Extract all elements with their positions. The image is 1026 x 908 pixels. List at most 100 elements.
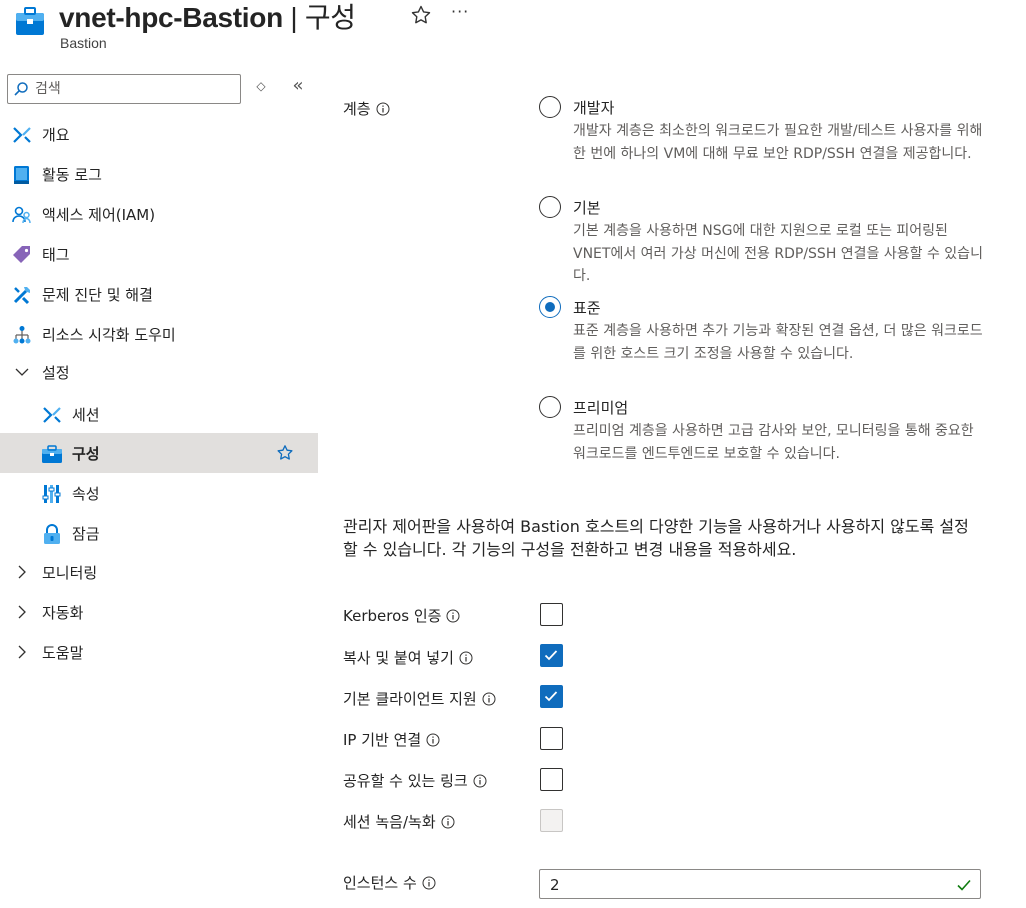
info-icon[interactable]: [446, 609, 460, 623]
sidebar-item-label: 리소스 시각화 도우미: [42, 326, 176, 344]
resource-type-label: Bastion: [60, 35, 107, 51]
sidebar-item-label: 도움말: [42, 644, 84, 662]
tier-option-description: 프리미엄 계층을 사용하면 고급 감사와 보안, 모니터링을 통해 중요한 워크…: [573, 423, 974, 462]
valid-checkmark-icon: [957, 879, 971, 891]
feature-label-native-client: 기본 클라이언트 지원: [343, 688, 496, 709]
radio-basic[interactable]: [539, 196, 561, 218]
collapse-sidebar-button[interactable]: «: [289, 77, 307, 97]
tier-label: 계층: [343, 98, 390, 119]
favorite-star-icon[interactable]: [276, 444, 294, 462]
shareable-link-checkbox[interactable]: [540, 768, 563, 791]
tier-option-title: 프리미엄: [573, 399, 629, 417]
feature-label-text: 세션 녹음/녹화: [343, 813, 436, 831]
feature-label-session-recording: 세션 녹음/녹화: [343, 811, 455, 832]
session-recording-checkbox: [540, 809, 563, 832]
sidebar-item-label: 액세스 제어(IAM): [42, 206, 156, 224]
sidebar-item-resource-visualizer[interactable]: 리소스 시각화 도우미: [0, 314, 318, 354]
feature-label-text: 복사 및 붙여 넣기: [343, 649, 454, 667]
features-intro-text: 관리자 제어판을 사용하여 Bastion 호스트의 다양한 기능을 사용하거나…: [343, 517, 969, 559]
sidebar-item-configuration[interactable]: 구성: [0, 433, 318, 473]
tag-icon: [13, 246, 30, 263]
instance-count-label: 인스턴스 수: [343, 872, 436, 893]
tier-option-standard[interactable]: 표준 표준 계층을 사용하면 추가 기능과 확장된 연결 옵션, 더 많은 워크…: [539, 296, 984, 388]
radio-developer[interactable]: [539, 96, 561, 118]
sidebar-item-tags[interactable]: 태그: [0, 234, 318, 274]
tier-option-title: 표준: [573, 299, 601, 317]
configuration-panel: 계층 개발자 개발자 계층은 최소한의 워크로드가 필요한 개발/테스트 사용자…: [318, 60, 1026, 908]
sidebar-item-label: 속성: [72, 485, 100, 503]
sidebar-item-diagnose[interactable]: 문제 진단 및 해결: [0, 274, 318, 314]
search-box[interactable]: [7, 74, 241, 104]
tier-option-premium[interactable]: 프리미엄 프리미엄 계층을 사용하면 고급 감사와 보안, 모니터링을 통해 중…: [539, 396, 984, 488]
native-client-checkbox[interactable]: [540, 685, 563, 708]
sidebar-item-label: 활동 로그: [42, 166, 102, 184]
sidebar-group-automation[interactable]: 자동화: [0, 592, 318, 632]
chevron-right-icon: [18, 605, 26, 619]
sidebar-item-label: 모니터링: [42, 564, 98, 582]
checkmark-icon: [544, 650, 558, 661]
sidebar-item-label: 문제 진단 및 해결: [42, 286, 153, 304]
sidebar-item-sessions[interactable]: 세션: [0, 394, 318, 434]
ip-connect-checkbox[interactable]: [540, 727, 563, 750]
search-input[interactable]: [35, 79, 235, 99]
checkmark-icon: [544, 691, 558, 702]
feature-label-text: 공유할 수 있는 링크: [343, 772, 468, 790]
info-icon[interactable]: [422, 876, 436, 890]
iam-icon: [12, 206, 31, 224]
tier-option-developer[interactable]: 개발자 개발자 계층은 최소한의 워크로드가 필요한 개발/테스트 사용자를 위…: [539, 96, 984, 188]
feature-label-kerberos: Kerberos 인증: [343, 605, 460, 626]
more-options-button[interactable]: ···: [451, 2, 469, 21]
info-icon[interactable]: [459, 651, 473, 665]
tier-option-title: 개발자: [573, 99, 615, 117]
info-icon[interactable]: [473, 774, 487, 788]
session-icon: [43, 407, 61, 423]
sort-button[interactable]: ◇: [252, 79, 270, 99]
page-title: vnet-hpc-Bastion | 구성: [59, 2, 356, 33]
radio-premium[interactable]: [539, 396, 561, 418]
feature-label-text: Kerberos 인증: [343, 607, 442, 625]
sidebar-item-locks[interactable]: 잠금: [0, 513, 318, 553]
feature-label-text: IP 기반 연결: [343, 731, 422, 749]
tier-option-description: 기본 계층을 사용하면 NSG에 대한 지원으로 로컬 또는 피어링된 VNET…: [573, 223, 983, 284]
feature-label-ip-connect: IP 기반 연결: [343, 729, 440, 750]
sidebar-item-label: 설정: [42, 364, 70, 382]
chevron-right-icon: [18, 565, 26, 579]
info-icon[interactable]: [426, 733, 440, 747]
sidebar-item-label: 세션: [72, 406, 100, 424]
sidebar-item-label: 개요: [42, 126, 70, 144]
resource-visualizer-icon: [13, 326, 31, 344]
sidebar-item-label: 구성: [72, 445, 100, 463]
info-icon[interactable]: [441, 815, 455, 829]
tier-option-title: 기본: [573, 199, 601, 217]
instance-count-label-text: 인스턴스 수: [343, 874, 417, 892]
sidebar-group-settings[interactable]: 설정: [0, 352, 318, 392]
tier-label-text: 계층: [343, 100, 371, 118]
activity-log-icon: [14, 166, 29, 184]
sidebar-group-help[interactable]: 도움말: [0, 632, 318, 672]
sidebar-item-label: 자동화: [42, 604, 84, 622]
properties-icon: [42, 485, 61, 503]
feature-label-copy-paste: 복사 및 붙여 넣기: [343, 647, 473, 668]
copy-paste-checkbox[interactable]: [540, 644, 563, 667]
tier-option-basic[interactable]: 기본 기본 계층을 사용하면 NSG에 대한 지원으로 로컬 또는 피어링된 V…: [539, 196, 984, 288]
chevron-down-icon: [15, 368, 29, 376]
sidebar-item-properties[interactable]: 속성: [0, 473, 318, 513]
bastion-resource-icon: [16, 7, 44, 35]
favorite-star-icon[interactable]: [410, 4, 432, 26]
sidebar: ◇ « 개요 활동 로그 액세스 제어(IAM): [0, 60, 318, 908]
sidebar-item-activity-log[interactable]: 활동 로그: [0, 154, 318, 194]
instance-count-field[interactable]: [539, 869, 981, 899]
diagnose-icon: [13, 287, 30, 305]
info-icon[interactable]: [482, 692, 496, 706]
configuration-icon: [42, 445, 62, 463]
tier-option-description: 개발자 계층은 최소한의 워크로드가 필요한 개발/테스트 사용자를 위해 한 …: [573, 123, 983, 162]
info-icon[interactable]: [376, 102, 390, 116]
kerberos-checkbox[interactable]: [540, 603, 563, 626]
feature-label-text: 기본 클라이언트 지원: [343, 690, 477, 708]
sidebar-item-overview[interactable]: 개요: [0, 114, 318, 154]
instance-count-input[interactable]: [550, 875, 930, 895]
search-icon: [14, 82, 28, 96]
radio-standard[interactable]: [539, 296, 561, 318]
sidebar-group-monitoring[interactable]: 모니터링: [0, 552, 318, 592]
sidebar-item-iam[interactable]: 액세스 제어(IAM): [0, 194, 318, 234]
